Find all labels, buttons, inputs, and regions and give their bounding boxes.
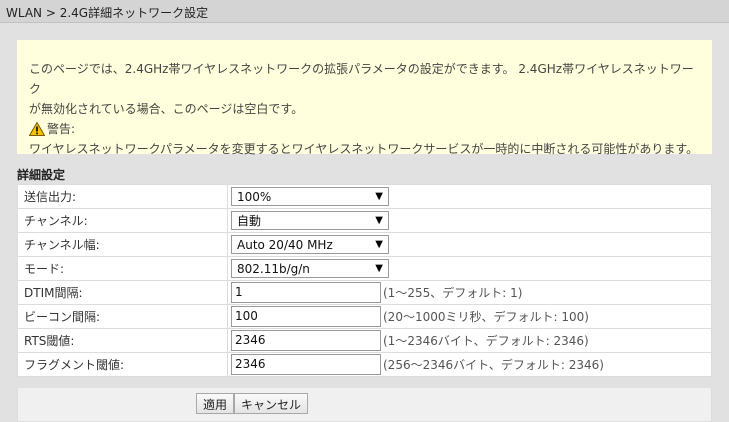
cancel-button[interactable]: キャンセル [234,393,309,414]
apply-button[interactable]: 適用 [196,393,235,414]
warning-text: ワイヤレスネットワークパラメータを変更するとワイヤレスネットワークサービスが一時… [29,142,699,156]
table-row: チャンネル幅: Auto 20/40 MHz ▼ [17,232,712,257]
section-title: 詳細設定 [17,168,66,182]
table-row: ビーコン間隔: 100 (20〜1000ミリ秒、デフォルト: 100) [17,304,712,329]
advanced-settings-table: 送信出力: 100% ▼ チャンネル: 自動 ▼ チャンネル幅: Auto 20… [17,184,712,377]
rts-threshold-input[interactable]: 2346 [231,330,381,351]
dtim-interval-hint: (1〜255、デフォルト: 1) [383,286,523,300]
table-row: チャンネル: 自動 ▼ [17,208,712,233]
warning-icon [29,122,45,136]
chevron-down-icon: ▼ [375,191,383,202]
rts-threshold-hint: (1〜2346バイト、デフォルト: 2346) [383,334,589,348]
breadcrumb: WLAN > 2.4G詳細ネットワーク設定 [6,6,209,20]
notice-line-2: が無効化されている場合、このページは空白です。 [29,102,304,116]
warning-heading: 警告: [29,119,700,139]
rts-threshold-label: RTS閾値: [17,328,228,353]
beacon-interval-hint: (20〜1000ミリ秒、デフォルト: 100) [383,310,589,324]
chevron-down-icon: ▼ [375,215,383,226]
channel-label: チャンネル: [17,208,228,233]
tx-power-label: 送信出力: [17,184,228,209]
table-row: 送信出力: 100% ▼ [17,184,712,209]
table-row: モード: 802.11b/g/n ▼ [17,256,712,281]
chevron-down-icon: ▼ [375,263,383,274]
mode-select[interactable]: 802.11b/g/n ▼ [231,259,389,278]
tx-power-select[interactable]: 100% ▼ [231,187,389,206]
info-notice: このページでは、2.4GHz帯ワイヤレスネットワークの拡張パラメータの設定ができ… [17,40,712,156]
dtim-interval-label: DTIM間隔: [17,280,228,305]
button-bar: 適用 キャンセル [17,388,712,422]
table-row: フラグメント閾値: 2346 (256〜2346バイト、デフォルト: 2346) [17,352,712,377]
fragment-threshold-hint: (256〜2346バイト、デフォルト: 2346) [383,358,604,372]
warning-label: 警告: [47,122,76,136]
fragment-threshold-label: フラグメント閾値: [17,352,228,377]
channel-width-label: チャンネル幅: [17,232,228,257]
title-bar: WLAN > 2.4G詳細ネットワーク設定 [0,0,729,23]
channel-select[interactable]: 自動 ▼ [231,211,389,230]
notice-line-1: このページでは、2.4GHz帯ワイヤレスネットワークの拡張パラメータの設定ができ… [29,62,694,96]
fragment-threshold-input[interactable]: 2346 [231,354,381,375]
channel-width-select[interactable]: Auto 20/40 MHz ▼ [231,235,389,254]
chevron-down-icon: ▼ [375,239,383,250]
table-row: DTIM間隔: 1 (1〜255、デフォルト: 1) [17,280,712,305]
mode-label: モード: [17,256,228,281]
beacon-interval-input[interactable]: 100 [231,306,381,327]
beacon-interval-label: ビーコン間隔: [17,304,228,329]
dtim-interval-input[interactable]: 1 [231,282,381,303]
table-row: RTS閾値: 2346 (1〜2346バイト、デフォルト: 2346) [17,328,712,353]
